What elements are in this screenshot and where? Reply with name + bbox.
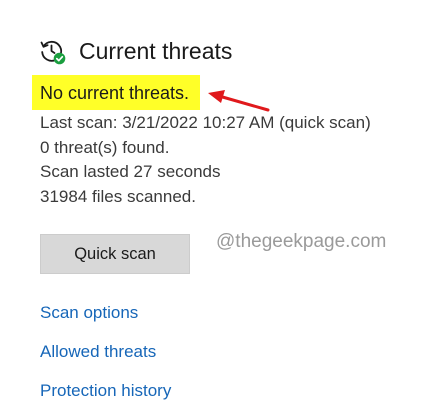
clock-shield-check-icon: [39, 38, 66, 65]
scan-duration-text: Scan lasted 27 seconds: [40, 162, 221, 181]
status-message: No current threats.: [40, 83, 190, 103]
quick-scan-button[interactable]: Quick scan: [40, 234, 190, 274]
last-scan-text: Last scan: 3/21/2022 10:27 AM (quick sca…: [40, 113, 371, 132]
scan-options-link[interactable]: Scan options: [40, 301, 138, 325]
watermark: @thegeekpage.com: [216, 231, 387, 252]
page-title: Current threats: [79, 38, 233, 64]
files-scanned-text: 31984 files scanned.: [40, 186, 196, 206]
threats-found-text: 0 threat(s) found.: [40, 137, 170, 157]
scan-info: Last scan: 3/21/2022 10:27 AM (quick sca…: [40, 111, 371, 209]
protection-history-link[interactable]: Protection history: [40, 379, 171, 403]
red-arrow-annotation: [205, 86, 271, 114]
section-header: Current threats: [39, 36, 232, 66]
allowed-threats-link[interactable]: Allowed threats: [40, 340, 156, 364]
